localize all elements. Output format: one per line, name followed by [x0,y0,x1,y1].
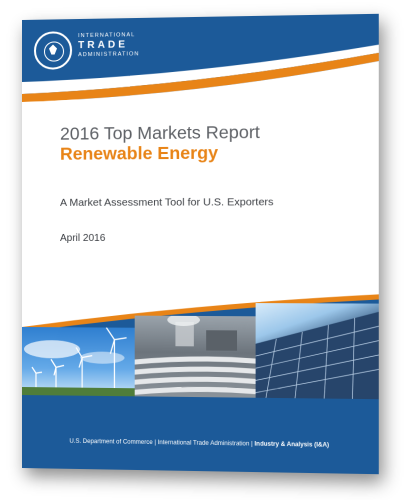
report-subtitle: Renewable Energy [60,142,219,164]
org-line-2: TRADE [78,39,129,52]
ita-logo: INTERNATIONAL TRADE ADMINISTRATION [78,32,139,58]
report-cover: INTERNATIONAL TRADE ADMINISTRATION 2016 … [22,13,379,475]
footer-unit: Industry & Analysis (I&A) [254,441,330,449]
org-line-3: ADMINISTRATION [78,51,140,59]
header-band: INTERNATIONAL TRADE ADMINISTRATION [22,13,379,110]
org-line-1: INTERNATIONAL [78,32,136,40]
solar-panels-photo [255,303,379,400]
report-date: April 2016 [60,232,106,244]
footer-department: U.S. Department of Commerce [69,438,153,447]
geothermal-pipes-photo [134,315,256,398]
cover-page: INTERNATIONAL TRADE ADMINISTRATION 2016 … [22,13,379,475]
report-tagline: A Market Assessment Tool for U.S. Export… [60,196,274,209]
header-swoosh [22,44,379,110]
wind-turbines-photo [22,327,135,397]
